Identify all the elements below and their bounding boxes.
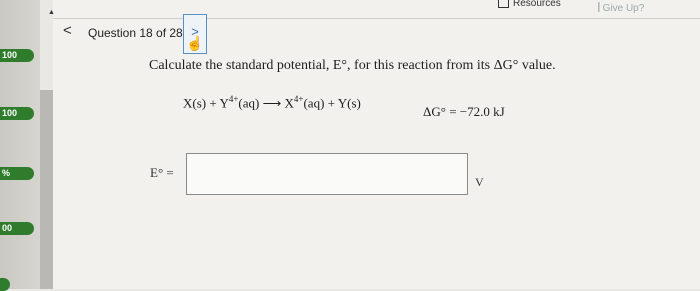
reaction-rhs: X bbox=[284, 95, 294, 111]
question-panel bbox=[53, 0, 700, 289]
reaction-lhs: X(s) + Y bbox=[183, 95, 229, 111]
give-up-icon: ⅼ bbox=[597, 0, 601, 15]
header-divider bbox=[53, 18, 700, 19]
question-counter: Question 18 of 28 bbox=[88, 26, 183, 40]
previous-question-button[interactable]: < bbox=[63, 22, 72, 39]
standard-potential-input[interactable] bbox=[186, 153, 468, 195]
scroll-handle[interactable] bbox=[40, 90, 53, 289]
delta-g-value: ΔG° = −72.0 kJ bbox=[423, 104, 505, 119]
resources-link[interactable]: Resources bbox=[498, 0, 561, 9]
answer-label: E° = bbox=[150, 165, 174, 180]
score-badge: 00 bbox=[0, 222, 34, 235]
current-marker-icon: ▲ bbox=[48, 8, 55, 16]
reaction-rhs-tail: (aq) + Y(s) bbox=[303, 95, 361, 111]
score-sidebar: 100 100 % 00 bbox=[0, 0, 40, 291]
give-up-label: Give Up? bbox=[602, 2, 645, 14]
reaction-equation: X(s) + Y4+(aq) ⟶ X4+(aq) + Y(s) bbox=[183, 94, 361, 111]
resources-label: Resources bbox=[513, 0, 561, 9]
resources-icon bbox=[498, 0, 509, 8]
score-badge bbox=[0, 278, 10, 291]
give-up-button[interactable]: ⅼ Give Up? bbox=[597, 0, 644, 16]
reaction-lhs-state: (aq) bbox=[238, 95, 260, 111]
score-badge: 100 bbox=[0, 107, 34, 120]
score-badge: 100 bbox=[0, 49, 34, 62]
score-badge: % bbox=[0, 167, 34, 180]
reaction-lhs-charge: 4+ bbox=[228, 94, 239, 104]
answer-unit: V bbox=[475, 175, 484, 189]
question-prompt: Calculate the standard potential, E°, fo… bbox=[149, 58, 556, 73]
reaction-arrow: ⟶ bbox=[262, 95, 282, 111]
hand-cursor-icon: ☝ bbox=[186, 37, 204, 52]
